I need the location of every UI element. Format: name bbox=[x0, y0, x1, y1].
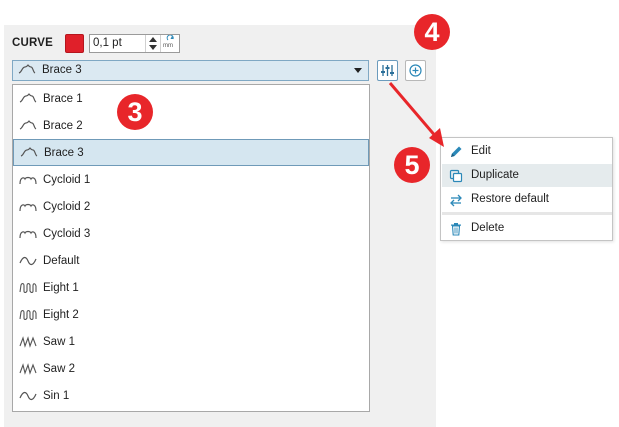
step-marker-3: 3 bbox=[117, 94, 153, 130]
step-marker-4: 4 bbox=[414, 14, 450, 50]
annotation-arrow bbox=[388, 82, 444, 147]
step-marker-5: 5 bbox=[394, 147, 430, 183]
